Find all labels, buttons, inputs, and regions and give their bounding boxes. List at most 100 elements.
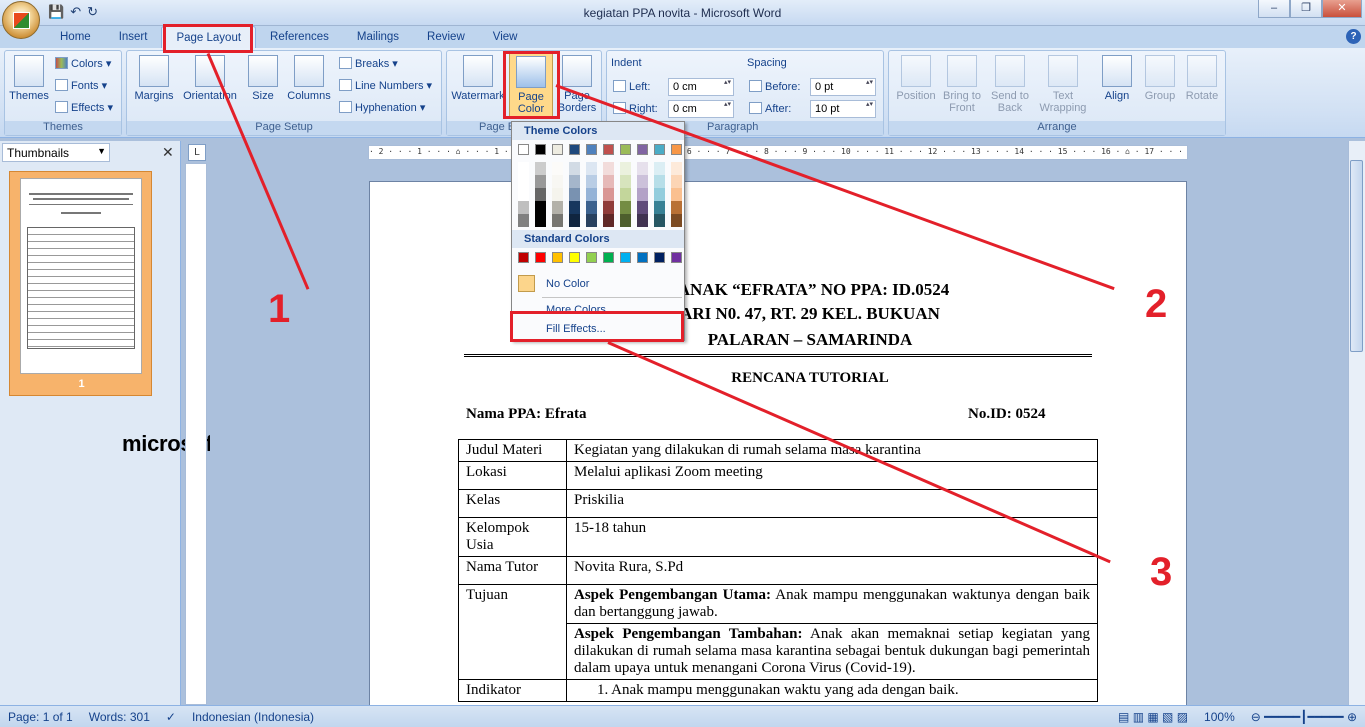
tab-review[interactable]: Review: [413, 26, 479, 48]
columns-button[interactable]: Columns: [283, 55, 335, 102]
color-swatch[interactable]: [586, 214, 597, 227]
color-swatch[interactable]: [654, 201, 665, 214]
document-page[interactable]: P NGAN ANAK “EFRATA” NO PPA: ID.0524 ARI…: [369, 181, 1187, 705]
color-swatch[interactable]: [637, 188, 648, 201]
horizontal-ruler[interactable]: · 2 · · · 1 · · · ⌂ · · · 1 · · · 2 · · …: [368, 145, 1188, 160]
color-swatch[interactable]: [654, 162, 665, 175]
color-swatch[interactable]: [586, 162, 597, 175]
tab-selector-button[interactable]: L: [188, 144, 206, 161]
spacing-before-input[interactable]: 0 pt: [810, 78, 876, 96]
color-swatch[interactable]: [637, 144, 648, 155]
minimize-button[interactable]: –: [1258, 0, 1290, 18]
color-swatch[interactable]: [654, 252, 665, 263]
color-swatch[interactable]: [603, 144, 614, 155]
color-swatch[interactable]: [518, 214, 529, 227]
margins-button[interactable]: Margins: [131, 55, 177, 102]
color-swatch[interactable]: [552, 252, 563, 263]
hyphenation-button[interactable]: Hyphenation ▾: [339, 101, 425, 114]
themes-button[interactable]: Themes: [7, 55, 51, 102]
indent-right-input[interactable]: 0 cm: [668, 100, 734, 118]
color-swatch[interactable]: [637, 175, 648, 188]
color-swatch[interactable]: [552, 188, 563, 201]
color-swatch[interactable]: [586, 201, 597, 214]
close-button[interactable]: ✕: [1322, 0, 1362, 18]
color-swatch[interactable]: [654, 144, 665, 155]
color-swatch[interactable]: [535, 252, 546, 263]
zoom-slider[interactable]: ⊖ ━━━━━┃━━━━━ ⊕: [1243, 710, 1365, 724]
bring-to-front-button[interactable]: Bring to Front: [939, 55, 985, 114]
color-swatch[interactable]: [671, 162, 682, 175]
color-swatch[interactable]: [518, 201, 529, 214]
line-numbers-button[interactable]: Line Numbers ▾: [339, 79, 432, 92]
color-swatch[interactable]: [637, 162, 648, 175]
status-language[interactable]: Indonesian (Indonesia): [184, 710, 322, 724]
color-swatch[interactable]: [535, 162, 546, 175]
zoom-level[interactable]: 100%: [1196, 710, 1243, 724]
color-swatch[interactable]: [603, 188, 614, 201]
color-swatch[interactable]: [671, 175, 682, 188]
color-swatch[interactable]: [518, 252, 529, 263]
color-swatch[interactable]: [552, 214, 563, 227]
color-swatch[interactable]: [569, 175, 580, 188]
color-swatch[interactable]: [620, 252, 631, 263]
color-swatch[interactable]: [620, 214, 631, 227]
color-swatch[interactable]: [603, 162, 614, 175]
color-swatch[interactable]: [654, 214, 665, 227]
fonts-button[interactable]: Fonts ▾: [55, 79, 107, 92]
color-swatch[interactable]: [535, 175, 546, 188]
tab-insert[interactable]: Insert: [105, 26, 162, 48]
tab-home[interactable]: Home: [46, 26, 105, 48]
color-swatch[interactable]: [671, 188, 682, 201]
color-swatch[interactable]: [518, 144, 529, 155]
color-swatch[interactable]: [671, 144, 682, 155]
color-swatch[interactable]: [654, 188, 665, 201]
color-swatch[interactable]: [535, 188, 546, 201]
color-swatch[interactable]: [569, 162, 580, 175]
tab-mailings[interactable]: Mailings: [343, 26, 413, 48]
color-swatch[interactable]: [569, 252, 580, 263]
help-icon[interactable]: ?: [1346, 29, 1361, 44]
color-swatch[interactable]: [620, 188, 631, 201]
tab-references[interactable]: References: [256, 26, 343, 48]
color-swatch[interactable]: [603, 214, 614, 227]
vertical-ruler[interactable]: [185, 163, 207, 705]
color-swatch[interactable]: [603, 201, 614, 214]
restore-button[interactable]: ❐: [1290, 0, 1322, 18]
tab-view[interactable]: View: [479, 26, 532, 48]
send-to-back-button[interactable]: Send to Back: [987, 55, 1033, 114]
color-swatch[interactable]: [586, 252, 597, 263]
color-swatch[interactable]: [671, 201, 682, 214]
office-button[interactable]: [2, 1, 40, 39]
color-swatch[interactable]: [620, 175, 631, 188]
status-page[interactable]: Page: 1 of 1: [0, 710, 81, 724]
view-buttons[interactable]: ▤ ▥ ▦ ▧ ▨: [1110, 710, 1196, 724]
color-swatch[interactable]: [586, 188, 597, 201]
colors-button[interactable]: Colors ▾: [55, 57, 111, 70]
spellcheck-icon[interactable]: ✓: [158, 710, 184, 724]
color-swatch[interactable]: [620, 144, 631, 155]
align-button[interactable]: Align: [1095, 55, 1139, 102]
color-swatch[interactable]: [637, 252, 648, 263]
color-swatch[interactable]: [620, 201, 631, 214]
effects-button[interactable]: Effects ▾: [55, 101, 113, 114]
rotate-button[interactable]: Rotate: [1181, 55, 1223, 102]
color-swatch[interactable]: [586, 175, 597, 188]
color-swatch[interactable]: [569, 214, 580, 227]
watermark-button[interactable]: Watermark: [451, 55, 505, 102]
page-thumbnail[interactable]: 1: [9, 171, 152, 396]
scrollbar-thumb[interactable]: [1350, 160, 1363, 352]
indent-left-input[interactable]: 0 cm: [668, 78, 734, 96]
color-swatch[interactable]: [620, 162, 631, 175]
color-swatch[interactable]: [552, 162, 563, 175]
status-words[interactable]: Words: 301: [81, 710, 158, 724]
color-swatch[interactable]: [671, 214, 682, 227]
thumbnails-dropdown[interactable]: Thumbnails▼: [2, 143, 110, 162]
color-swatch[interactable]: [671, 252, 682, 263]
color-swatch[interactable]: [654, 175, 665, 188]
color-swatch[interactable]: [535, 201, 546, 214]
color-swatch[interactable]: [518, 175, 529, 188]
page-borders-button[interactable]: Page Borders: [555, 55, 599, 114]
color-swatch[interactable]: [637, 214, 648, 227]
size-button[interactable]: Size: [245, 55, 281, 102]
color-swatch[interactable]: [518, 162, 529, 175]
